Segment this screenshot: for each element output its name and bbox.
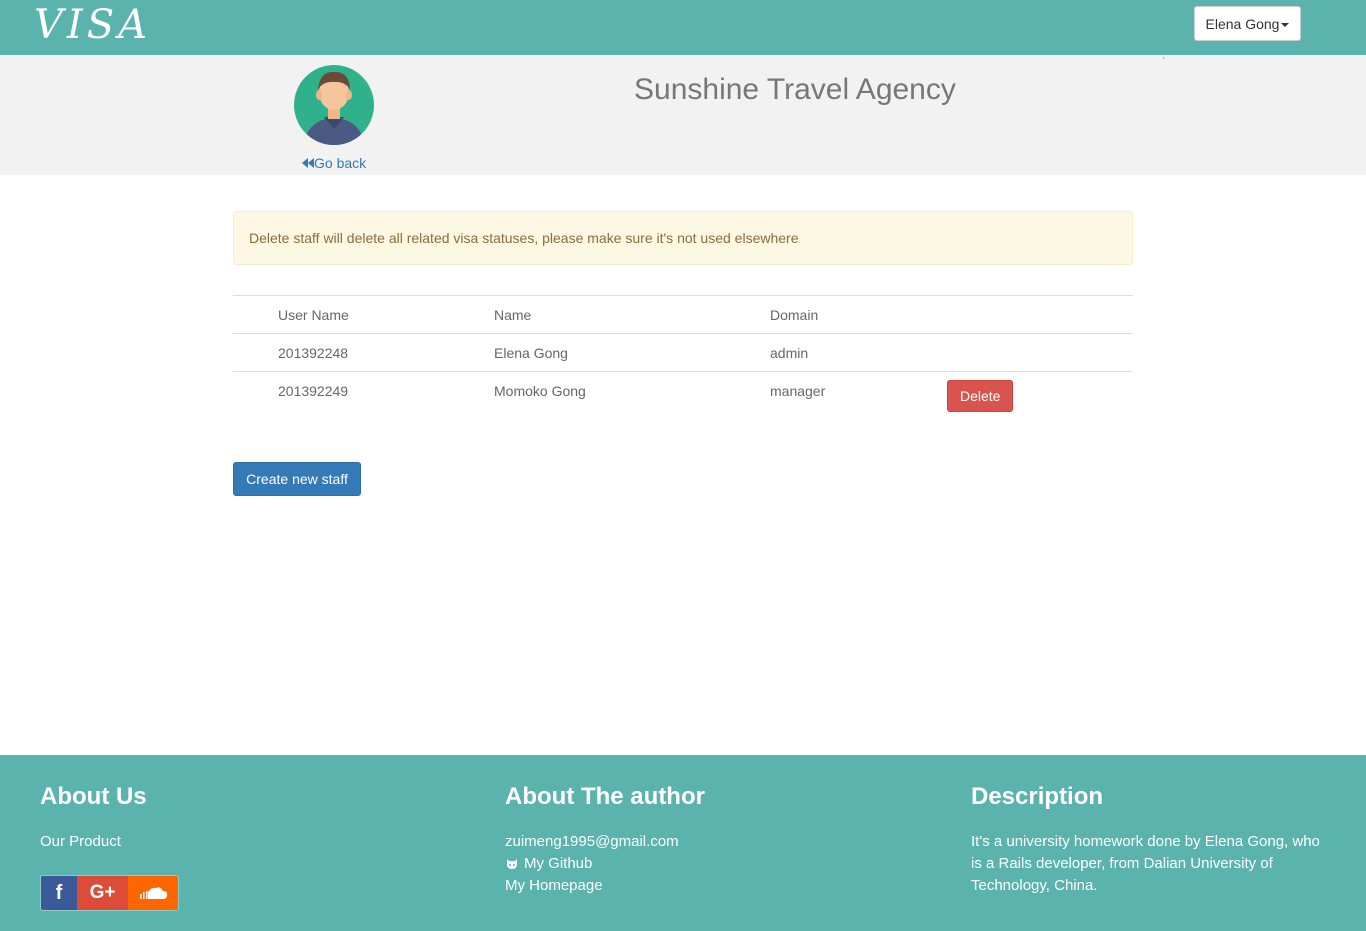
- page-header: Go back Sunshine Travel Agency `: [0, 55, 1366, 175]
- header-username: User Name: [278, 295, 494, 334]
- header-action: [947, 295, 1133, 334]
- backward-icon: [302, 158, 314, 168]
- table-row: 201392248 Elena Gong admin: [233, 333, 1133, 372]
- footer-about-author-title: About The author: [505, 783, 705, 810]
- table-spacer: [233, 333, 278, 372]
- create-staff-button[interactable]: Create new staff: [233, 462, 361, 496]
- homepage-link[interactable]: My Homepage: [505, 875, 705, 897]
- google-plus-icon[interactable]: G+: [77, 876, 128, 910]
- user-avatar: [294, 65, 374, 145]
- delete-button[interactable]: Delete: [947, 380, 1014, 412]
- stray-mark: `: [1162, 57, 1166, 68]
- cell-username: 201392249: [278, 371, 494, 422]
- warning-alert: Delete staff will delete all related vis…: [233, 211, 1133, 265]
- cell-domain: admin: [770, 333, 947, 372]
- footer: About Us Our Product f G+ About The auth…: [0, 755, 1366, 931]
- table-row: 201392249 Momoko Gong manager Delete: [233, 371, 1133, 422]
- cell-domain: manager: [770, 371, 947, 422]
- go-back-link[interactable]: Go back: [302, 155, 366, 171]
- person-icon: [304, 71, 364, 145]
- table-header-row: User Name Name Domain: [233, 295, 1133, 334]
- github-link[interactable]: My Github: [505, 853, 705, 875]
- cell-name: Elena Gong: [494, 333, 770, 372]
- agency-title: Sunshine Travel Agency: [634, 73, 956, 106]
- go-back-label: Go back: [314, 155, 367, 171]
- facebook-icon[interactable]: f: [41, 876, 77, 910]
- cell-username: 201392248: [278, 333, 494, 372]
- our-product-link[interactable]: Our Product: [40, 831, 147, 853]
- cell-action: [947, 333, 1133, 372]
- footer-about-us-title: About Us: [40, 783, 147, 810]
- user-menu-label: Elena Gong: [1205, 15, 1280, 32]
- github-icon: [507, 859, 517, 869]
- soundcloud-icon[interactable]: [128, 876, 178, 910]
- github-label: My Github: [524, 855, 593, 872]
- description-text: It's a university homework done by Elena…: [971, 833, 1320, 894]
- footer-description-title: Description: [971, 783, 1104, 810]
- social-buttons: f G+: [40, 875, 179, 911]
- header-domain: Domain: [770, 295, 947, 334]
- caret-down-icon: [1281, 22, 1290, 27]
- author-email-link[interactable]: zuimeng1995@gmail.com: [505, 831, 705, 853]
- brand-logo[interactable]: VISA: [34, 2, 151, 48]
- footer-about-author: About The author zuimeng1995@gmail.com M…: [505, 783, 705, 897]
- cell-name: Momoko Gong: [494, 371, 770, 422]
- table-spacer: [233, 295, 278, 334]
- header-name: Name: [494, 295, 770, 334]
- user-menu-dropdown[interactable]: Elena Gong: [1194, 6, 1301, 41]
- alert-message: Delete staff will delete all related vis…: [249, 230, 799, 246]
- cell-action: Delete: [947, 371, 1133, 422]
- footer-about-us: About Us Our Product: [40, 783, 147, 853]
- top-navbar: VISA Elena Gong: [0, 0, 1366, 55]
- table-spacer: [233, 371, 278, 422]
- footer-description: Description It's a university homework d…: [971, 783, 1331, 897]
- staff-table: User Name Name Domain 201392248 Elena Go…: [233, 295, 1133, 422]
